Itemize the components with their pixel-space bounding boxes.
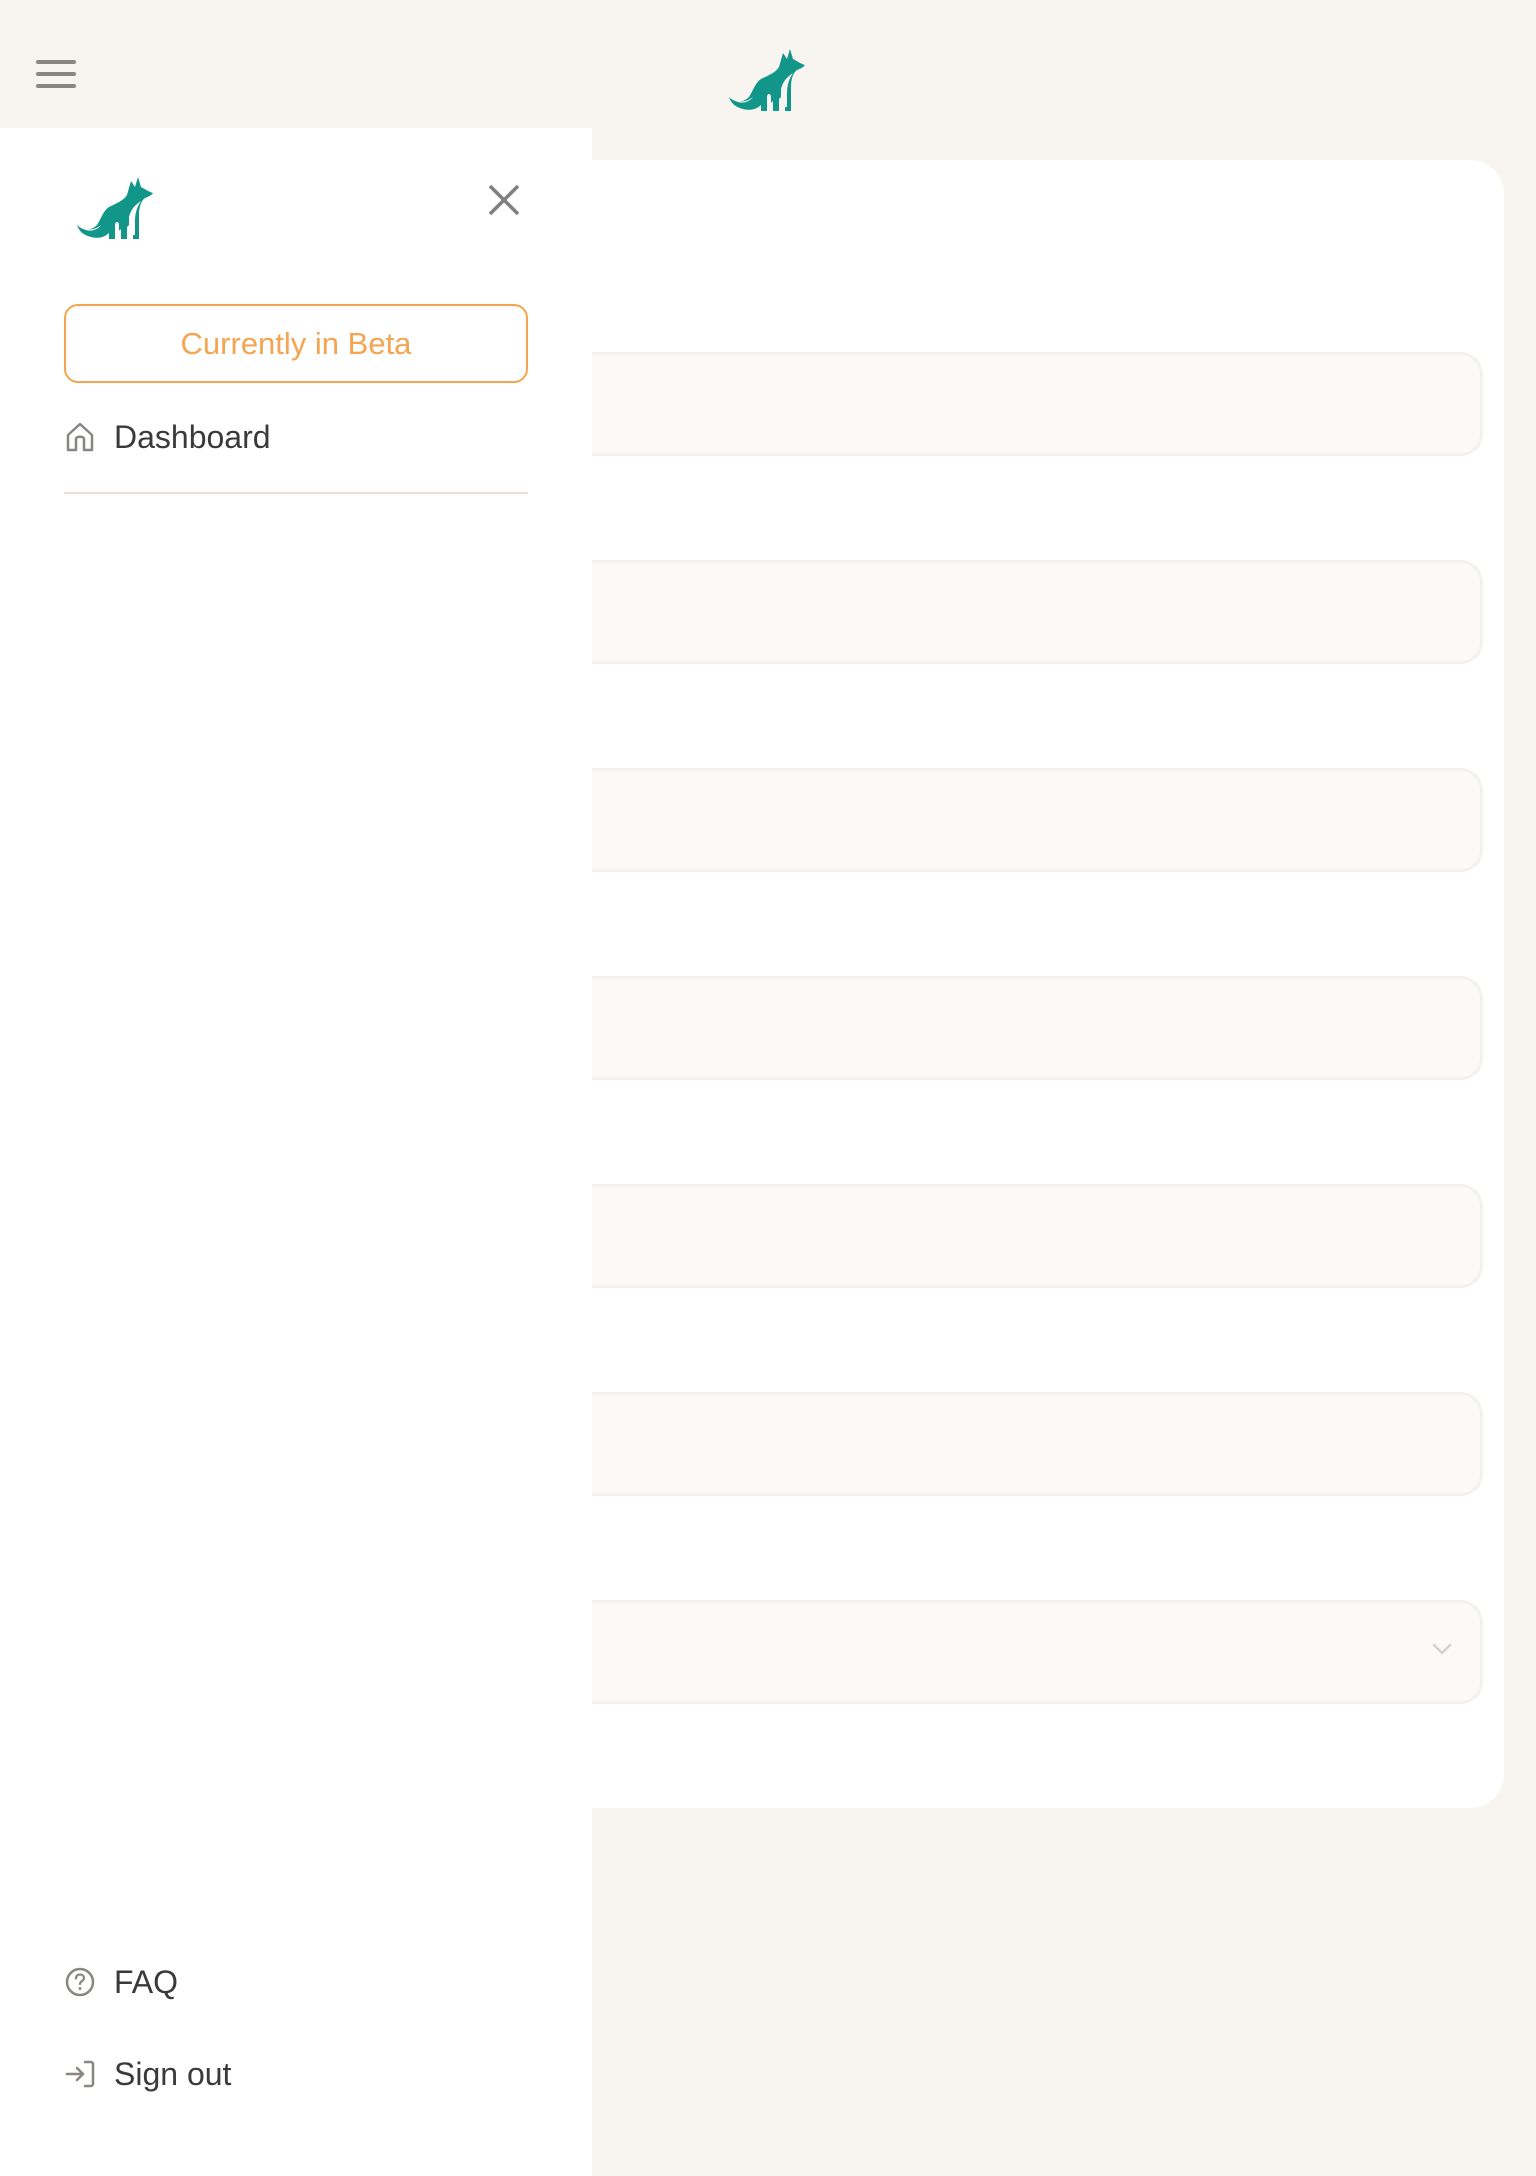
sidebar-item-sign-out[interactable]: Sign out bbox=[64, 2052, 231, 2096]
home-icon bbox=[66, 422, 94, 452]
close-icon[interactable] bbox=[484, 180, 524, 220]
help-circle-icon bbox=[65, 1967, 95, 1997]
sidebar-item-label: FAQ bbox=[114, 1963, 179, 2000]
beta-label: Currently in Beta bbox=[180, 325, 412, 361]
sidebar-item-dashboard[interactable]: Dashboard bbox=[64, 415, 271, 459]
sidebar-divider bbox=[64, 492, 528, 494]
sign-out-icon bbox=[65, 2060, 95, 2088]
hamburger-line bbox=[36, 84, 76, 88]
chevron-down-icon bbox=[1432, 1643, 1452, 1655]
fox-logo-icon[interactable] bbox=[727, 47, 811, 112]
hamburger-menu-button[interactable] bbox=[28, 50, 84, 98]
sidebar-item-faq[interactable]: FAQ bbox=[64, 1960, 178, 2004]
hamburger-line bbox=[36, 72, 76, 76]
sidebar-item-label: Dashboard bbox=[114, 418, 271, 455]
fox-logo-icon[interactable] bbox=[75, 175, 159, 240]
hamburger-line bbox=[36, 60, 76, 64]
sidebar-item-label: Sign out bbox=[114, 2055, 232, 2092]
beta-badge-button[interactable]: Currently in Beta bbox=[64, 304, 528, 383]
sidebar-drawer: Currently in Beta Dashboard FAQ Sign out bbox=[0, 128, 592, 2176]
